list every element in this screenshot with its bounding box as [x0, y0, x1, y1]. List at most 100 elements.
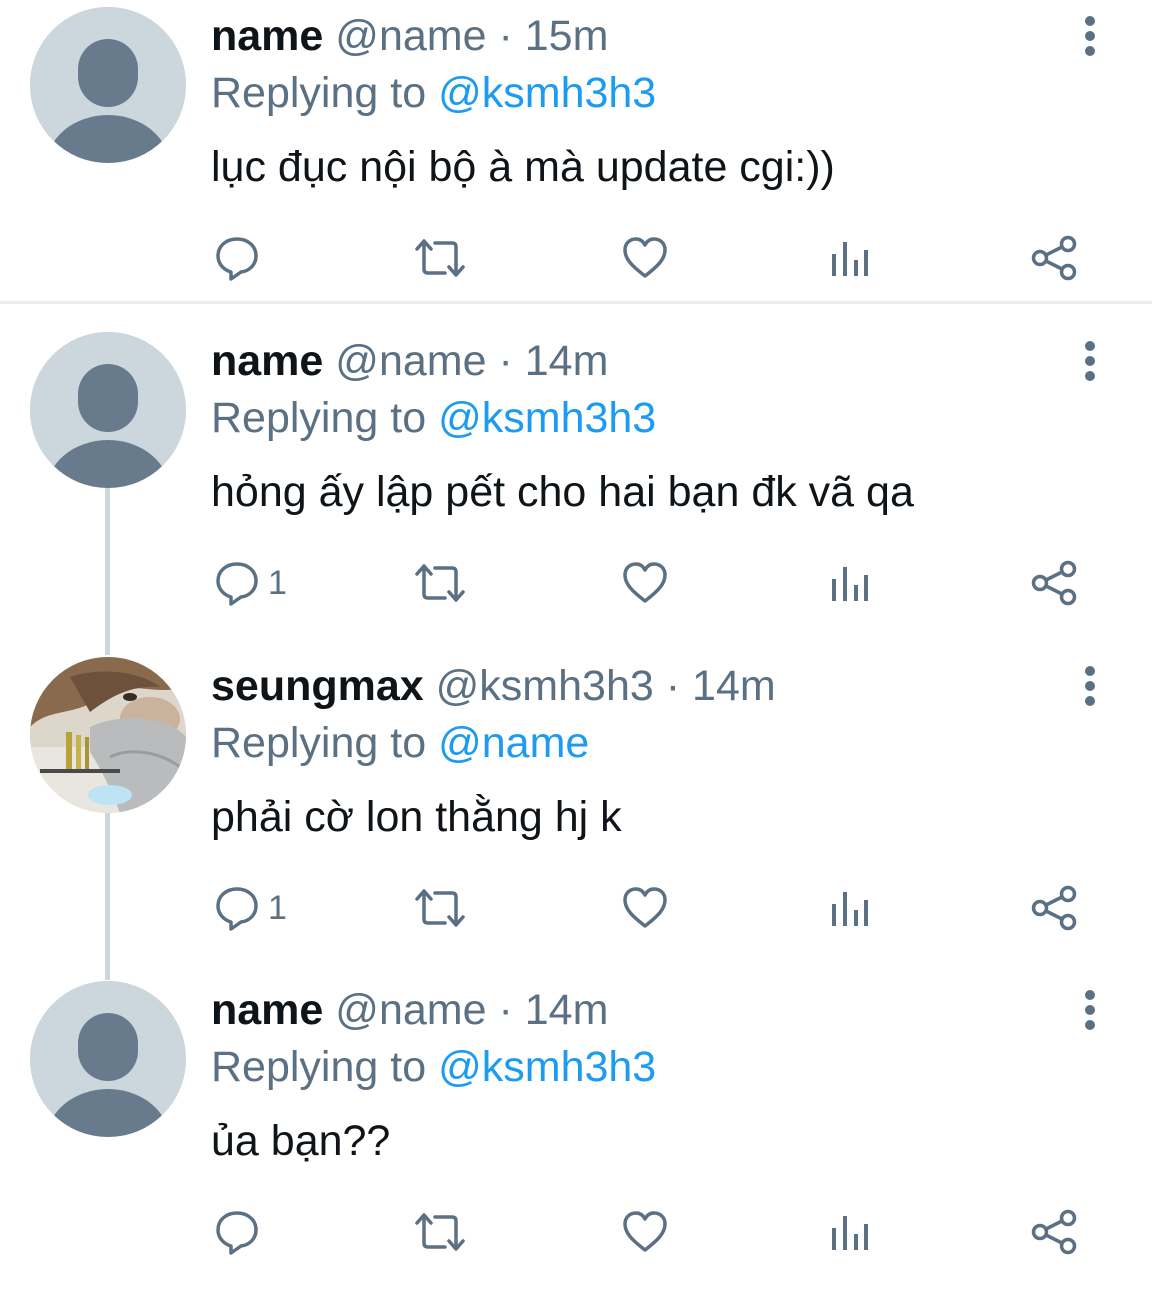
- tweet-header: seungmax @ksmh3h3 · 14m: [211, 660, 776, 712]
- heart-icon: [623, 562, 667, 603]
- more-button[interactable]: [1070, 339, 1110, 383]
- analytics-button[interactable]: [830, 228, 870, 288]
- display-name[interactable]: seungmax: [211, 662, 424, 710]
- tweet-text: hỏng ấy lập pết cho hai bạn đk vã qa: [211, 468, 914, 516]
- replying-to: Replying to @ksmh3h3: [211, 392, 656, 444]
- retweet-button[interactable]: [413, 228, 467, 288]
- share-button[interactable]: [1030, 1202, 1078, 1262]
- reply-count: 1: [268, 563, 287, 602]
- reply-button[interactable]: 1: [214, 878, 287, 938]
- action-bar: 1: [0, 553, 1152, 613]
- user-handle: @ksmh3h3: [435, 662, 654, 710]
- analytics-icon: [832, 242, 868, 276]
- heart-icon: [623, 887, 667, 928]
- tweet[interactable]: seungmax @ksmh3h3 · 14m Replying to @nam…: [0, 650, 1152, 975]
- timestamp[interactable]: 14m: [525, 337, 609, 385]
- analytics-button[interactable]: [830, 878, 870, 938]
- more-vertical-icon: [1085, 666, 1095, 706]
- share-button[interactable]: [1030, 878, 1078, 938]
- tweet[interactable]: name @name · 15m Replying to @ksmh3h3 lụ…: [0, 0, 1152, 325]
- like-button[interactable]: [622, 553, 668, 613]
- analytics-button[interactable]: [830, 553, 870, 613]
- separator: ·: [498, 986, 513, 1034]
- avatar[interactable]: [30, 7, 186, 163]
- more-vertical-icon: [1085, 16, 1095, 56]
- tweet-text: lục đục nội bộ à mà update cgi:)): [211, 143, 835, 191]
- share-button[interactable]: [1030, 228, 1078, 288]
- action-bar: [0, 1202, 1152, 1262]
- share-icon: [1031, 1209, 1077, 1255]
- default-avatar-icon: [30, 981, 186, 1137]
- like-button[interactable]: [622, 878, 668, 938]
- replying-to: Replying to @ksmh3h3: [211, 67, 656, 119]
- more-button[interactable]: [1070, 14, 1110, 58]
- user-handle: @name: [335, 986, 487, 1034]
- replying-label: Replying to: [211, 69, 427, 117]
- tweet[interactable]: name @name · 14m Replying to @ksmh3h3 ủa…: [0, 974, 1152, 1299]
- reply-button[interactable]: [214, 1202, 268, 1262]
- retweet-icon: [415, 889, 465, 927]
- retweet-icon: [415, 1213, 465, 1251]
- avatar[interactable]: [30, 332, 186, 488]
- avatar[interactable]: [30, 981, 186, 1137]
- action-bar: [0, 228, 1152, 288]
- replying-label: Replying to: [211, 719, 427, 767]
- display-name[interactable]: name: [211, 12, 323, 60]
- user-handle: @name: [335, 337, 487, 385]
- reply-button[interactable]: [214, 228, 268, 288]
- display-name[interactable]: name: [211, 986, 323, 1034]
- mention-link[interactable]: @ksmh3h3: [438, 69, 656, 117]
- timestamp[interactable]: 14m: [525, 986, 609, 1034]
- timestamp[interactable]: 15m: [525, 12, 609, 60]
- share-icon: [1031, 560, 1077, 606]
- avatar[interactable]: [30, 657, 186, 813]
- mention-link[interactable]: @ksmh3h3: [438, 1043, 656, 1091]
- more-button[interactable]: [1070, 988, 1110, 1032]
- reply-icon: [216, 887, 258, 931]
- separator: ·: [498, 337, 513, 385]
- analytics-icon: [832, 892, 868, 926]
- action-bar: 1: [0, 878, 1152, 938]
- reply-icon: [216, 237, 258, 281]
- tweet[interactable]: name @name · 14m Replying to @ksmh3h3 hỏ…: [0, 325, 1152, 650]
- mention-link[interactable]: @ksmh3h3: [438, 394, 656, 442]
- display-name[interactable]: name: [211, 337, 323, 385]
- more-button[interactable]: [1070, 664, 1110, 708]
- replying-to: Replying to @name: [211, 717, 589, 769]
- default-avatar-icon: [30, 332, 186, 488]
- user-handle: @name: [335, 12, 487, 60]
- like-button[interactable]: [622, 1202, 668, 1262]
- separator: ·: [665, 662, 681, 710]
- reply-button[interactable]: 1: [214, 553, 287, 613]
- heart-icon: [623, 1211, 667, 1252]
- timestamp[interactable]: 14m: [692, 662, 776, 710]
- analytics-icon: [832, 1216, 868, 1250]
- default-avatar-icon: [30, 7, 186, 163]
- more-vertical-icon: [1085, 990, 1095, 1030]
- heart-icon: [623, 237, 667, 278]
- replying-label: Replying to: [211, 1043, 427, 1091]
- tweet-header: name @name · 14m: [211, 335, 608, 387]
- reply-count: 1: [268, 888, 287, 927]
- share-button[interactable]: [1030, 553, 1078, 613]
- like-button[interactable]: [622, 228, 668, 288]
- reply-icon: [216, 1211, 258, 1255]
- retweet-icon: [415, 239, 465, 277]
- analytics-icon: [832, 567, 868, 601]
- separator: ·: [498, 12, 513, 60]
- reply-icon: [216, 562, 258, 606]
- retweet-button[interactable]: [413, 1202, 467, 1262]
- mention-link[interactable]: @name: [438, 719, 589, 767]
- tweet-text: ủa bạn??: [211, 1117, 391, 1165]
- divider: [0, 301, 1152, 304]
- share-icon: [1031, 235, 1077, 281]
- replying-to: Replying to @ksmh3h3: [211, 1041, 656, 1093]
- analytics-button[interactable]: [830, 1202, 870, 1262]
- tweet-header: name @name · 14m: [211, 984, 608, 1036]
- more-vertical-icon: [1085, 341, 1095, 381]
- retweet-button[interactable]: [413, 553, 467, 613]
- tweet-header: name @name · 15m: [211, 10, 608, 62]
- photo-avatar-icon: [30, 657, 186, 813]
- replying-label: Replying to: [211, 394, 427, 442]
- retweet-button[interactable]: [413, 878, 467, 938]
